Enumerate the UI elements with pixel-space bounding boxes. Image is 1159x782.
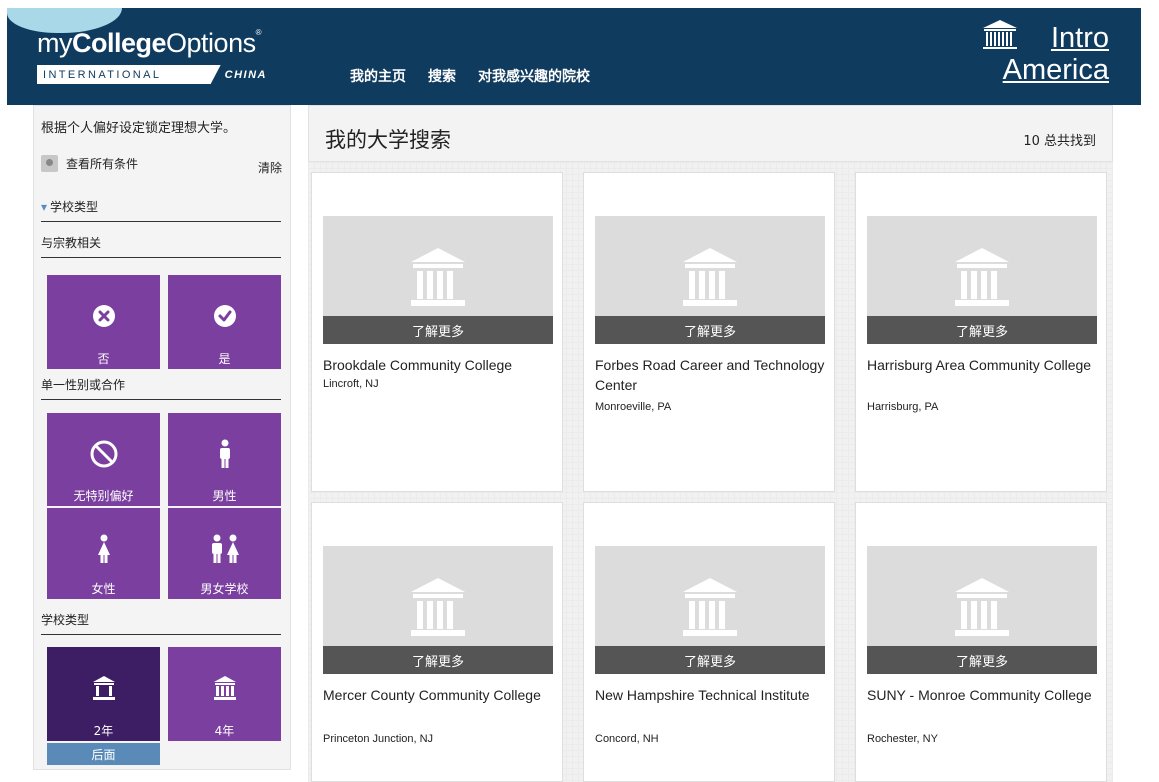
learn-more-button[interactable]: 了解更多 (595, 646, 825, 674)
section-school-type-toggle[interactable]: 学校类型 (41, 198, 281, 222)
brand-line1: Intro (1050, 22, 1109, 54)
gender-coed-tile[interactable]: 男女学校 (168, 508, 281, 599)
religious-no-label: 否 (97, 352, 110, 366)
college-name[interactable]: SUNY - Monroe Community College (867, 685, 1105, 705)
college-building-icon (683, 248, 737, 306)
logo-international: INTERNATIONAL (43, 68, 162, 81)
gender-label: 单一性别或合作 (41, 376, 281, 400)
nav-interested-schools[interactable]: 对我感兴趣的院校 (478, 66, 590, 86)
check-circle-icon (213, 303, 237, 329)
college-location: Monroeville, PA (595, 401, 672, 413)
college-image-placeholder (323, 546, 553, 646)
college-location: Harrisburg, PA (867, 401, 939, 413)
religious-label: 与宗教相关 (41, 234, 281, 258)
logo-mark: ® (255, 28, 262, 37)
college-card[interactable]: 了解更多 SUNY - Monroe Community College Roc… (855, 502, 1107, 782)
x-circle-icon (92, 303, 116, 329)
back-button[interactable]: 后面 (47, 743, 160, 765)
college-image-placeholder (867, 216, 1097, 316)
college-image-placeholder (595, 216, 825, 316)
type-label: 学校类型 (41, 611, 281, 635)
learn-more-button[interactable]: 了解更多 (323, 646, 553, 674)
intro-america-logo[interactable]: Intro America (969, 14, 1109, 94)
learn-more-button[interactable]: 了解更多 (867, 646, 1097, 674)
college-location: Lincroft, NJ (323, 378, 379, 390)
college-location: Rochester, NY (867, 733, 938, 745)
gender-no-preference-label: 无特别偏好 (73, 489, 134, 503)
gender-coed-label: 男女学校 (200, 582, 249, 596)
criteria-icon (41, 155, 58, 172)
page-title: 我的大学搜索 (325, 128, 451, 152)
results-count: 10 总共找到 (1023, 134, 1096, 149)
college-image-placeholder (595, 546, 825, 646)
gender-male-tile[interactable]: 男性 (168, 413, 281, 506)
view-all-label: 查看所有条件 (66, 157, 139, 171)
nav-home[interactable]: 我的主页 (350, 66, 406, 86)
learn-more-button[interactable]: 了解更多 (867, 316, 1097, 344)
logo-prefix: my (37, 28, 73, 58)
gender-no-preference-tile[interactable]: 无特别偏好 (47, 413, 160, 506)
college-name[interactable]: Forbes Road Career and Technology Center (595, 355, 833, 395)
building-logo-icon (983, 20, 1017, 49)
top-header: myCollegeOptions® INTERNATIONAL CHINA 我的… (7, 8, 1141, 105)
college-image-placeholder (867, 546, 1097, 646)
college-building-icon (955, 248, 1009, 306)
logo-rest: Options (166, 28, 256, 58)
college-building-icon (955, 578, 1009, 636)
college-name[interactable]: Mercer County Community College (323, 685, 561, 705)
nav-search[interactable]: 搜索 (428, 66, 456, 86)
learn-more-button[interactable]: 了解更多 (323, 316, 553, 344)
learn-more-button[interactable]: 了解更多 (595, 316, 825, 344)
college-card[interactable]: 了解更多 Mercer County Community College Pri… (311, 502, 563, 782)
college-building-icon (683, 578, 737, 636)
building-small-icon (91, 675, 117, 701)
type-2year-label: 2年 (93, 724, 114, 738)
site-logo[interactable]: myCollegeOptions® (37, 28, 262, 59)
college-building-icon (411, 578, 465, 636)
college-card[interactable]: 了解更多 Harrisburg Area Community College H… (855, 172, 1107, 492)
no-preference-icon (90, 440, 118, 468)
male-icon (218, 439, 232, 468)
brand-line2: America (1002, 54, 1109, 86)
college-card[interactable]: 了解更多 Brookdale Community College Lincrof… (311, 172, 563, 492)
college-name[interactable]: Brookdale Community College (323, 355, 561, 375)
college-building-icon (411, 248, 465, 306)
logo-subtitle: INTERNATIONAL CHINA (37, 65, 277, 84)
results-header: 我的大学搜索 10 总共找到 (308, 105, 1113, 162)
type-4year-label: 4年 (214, 724, 235, 738)
college-location: Princeton Junction, NJ (323, 733, 434, 745)
view-all-criteria[interactable]: 查看所有条件 (41, 155, 138, 172)
religious-yes-tile[interactable]: 是 (168, 275, 281, 369)
college-card[interactable]: 了解更多 New Hampshire Technical Institute C… (583, 502, 835, 782)
type-2year-tile[interactable]: 2年 (47, 647, 160, 741)
gender-female-label: 女性 (91, 582, 116, 596)
religious-no-tile[interactable]: 否 (47, 275, 160, 369)
coed-icon (209, 534, 241, 563)
college-image-placeholder (323, 216, 553, 316)
logo-region: CHINA (210, 65, 277, 84)
main-nav: 我的主页 搜索 对我感兴趣的院校 (350, 66, 590, 86)
type-4year-tile[interactable]: 4年 (168, 647, 281, 741)
college-name[interactable]: Harrisburg Area Community College (867, 355, 1105, 375)
female-icon (96, 534, 112, 563)
gender-female-tile[interactable]: 女性 (47, 508, 160, 599)
section-toggle-label: 学校类型 (50, 200, 99, 214)
college-card[interactable]: 了解更多 Forbes Road Career and Technology C… (583, 172, 835, 492)
filter-sidebar: 根据个人偏好设定锁定理想大学。 查看所有条件 清除 学校类型 与宗教相关 否 是… (33, 105, 291, 770)
sidebar-title: 根据个人偏好设定锁定理想大学。 (41, 121, 237, 136)
clear-button[interactable]: 清除 (258, 159, 282, 176)
gender-male-label: 男性 (212, 489, 237, 503)
building-large-icon (212, 675, 238, 701)
college-location: Concord, NH (595, 733, 659, 745)
logo-bold: College (72, 28, 167, 58)
religious-yes-label: 是 (218, 352, 231, 366)
college-name[interactable]: New Hampshire Technical Institute (595, 685, 833, 705)
